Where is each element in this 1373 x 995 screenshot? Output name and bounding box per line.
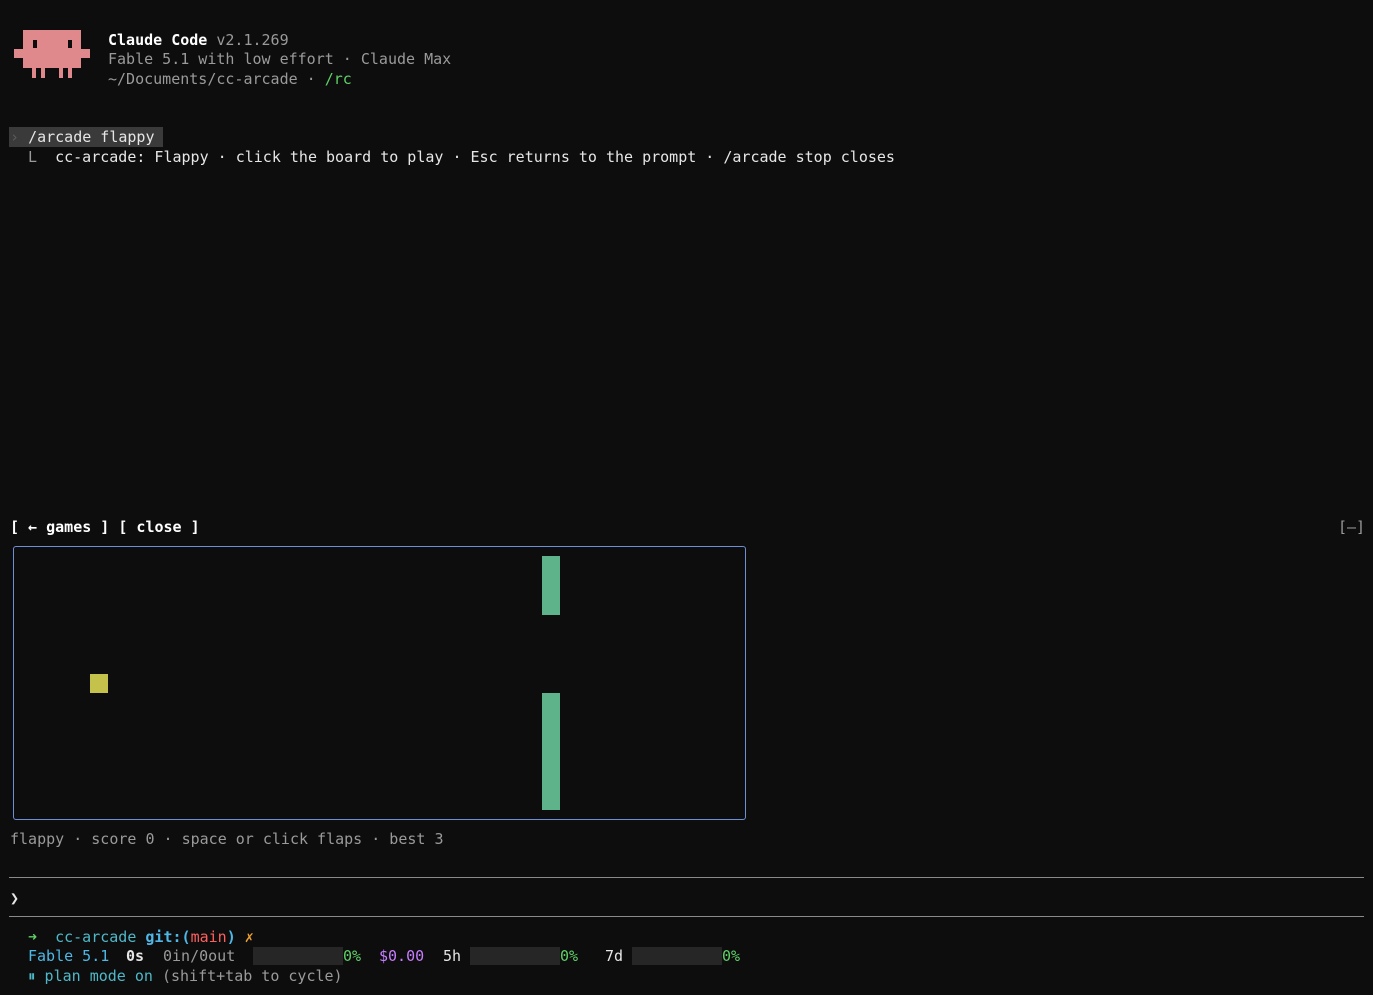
dir-name: cc-arcade xyxy=(55,928,137,946)
seven-day-label: 7d xyxy=(605,947,624,965)
prompt-caret: ❯ xyxy=(10,889,20,907)
prompt-input[interactable]: ❯ xyxy=(10,888,28,908)
plan-mode-hint: (shift+tab to cycle) xyxy=(161,967,343,985)
five-hour-meter xyxy=(470,947,560,965)
command-caret: › xyxy=(10,128,20,146)
rc-link[interactable]: /rc xyxy=(325,70,352,88)
session-cost: $0.00 xyxy=(379,947,425,965)
command-echo: › /arcade flappy xyxy=(10,127,155,147)
tree-branch-icon: L xyxy=(28,148,38,166)
command-result: L cc-arcade: Flappy · click the board to… xyxy=(28,147,895,167)
plan-mode-line: ⏸ plan mode on (shift+tab to cycle) xyxy=(28,966,343,986)
arrow-icon: ➜ xyxy=(28,928,38,946)
five-hour-percent: 0% xyxy=(560,947,579,965)
command-result-text: cc-arcade: Flappy · click the board to p… xyxy=(55,148,895,166)
app-version: v2.1.269 xyxy=(216,31,289,49)
prompt-top-divider xyxy=(9,877,1364,878)
app-title-line: Claude Code v2.1.269 xyxy=(108,30,289,50)
minimize-button[interactable]: [–] xyxy=(1338,517,1365,537)
token-count: 0in/0out xyxy=(163,947,236,965)
close-button[interactable]: [ close ] xyxy=(118,518,199,536)
panel-tabs: [ ← games ] [ close ] xyxy=(10,517,200,537)
prompt-bottom-divider xyxy=(9,916,1364,917)
flappy-bird xyxy=(90,674,108,693)
seven-day-meter xyxy=(632,947,722,965)
top-pipe xyxy=(542,556,560,615)
model-name: Fable 5.1 xyxy=(28,947,110,965)
command-text: /arcade flappy xyxy=(28,128,155,146)
context-percent: 0% xyxy=(343,947,362,965)
game-status-line: flappy · score 0 · space or click flaps … xyxy=(10,830,444,848)
games-button[interactable]: [ ← games ] xyxy=(10,518,109,536)
working-dir: ~/Documents/cc-arcade xyxy=(108,70,298,88)
path-line: ~/Documents/cc-arcade · /rc xyxy=(108,70,352,88)
app-name: Claude Code xyxy=(108,31,208,49)
bottom-pipe xyxy=(542,693,560,810)
claude-mascot-icon xyxy=(14,30,90,78)
model-line: Fable 5.1 with low effort · Claude Max xyxy=(108,50,452,68)
shell-prompt-line: ➜ cc-arcade git:(main) ✗ xyxy=(28,928,254,946)
dirty-icon: ✗ xyxy=(244,928,254,946)
flappy-game-board[interactable] xyxy=(13,546,746,820)
git-branch: main xyxy=(190,928,227,946)
pause-icon: ⏸ xyxy=(28,967,36,985)
plan-mode-text: plan mode on xyxy=(44,967,153,985)
context-meter xyxy=(253,947,343,965)
seven-day-percent: 0% xyxy=(722,947,741,965)
five-hour-label: 5h xyxy=(443,947,462,965)
elapsed-time: 0s xyxy=(126,947,145,965)
